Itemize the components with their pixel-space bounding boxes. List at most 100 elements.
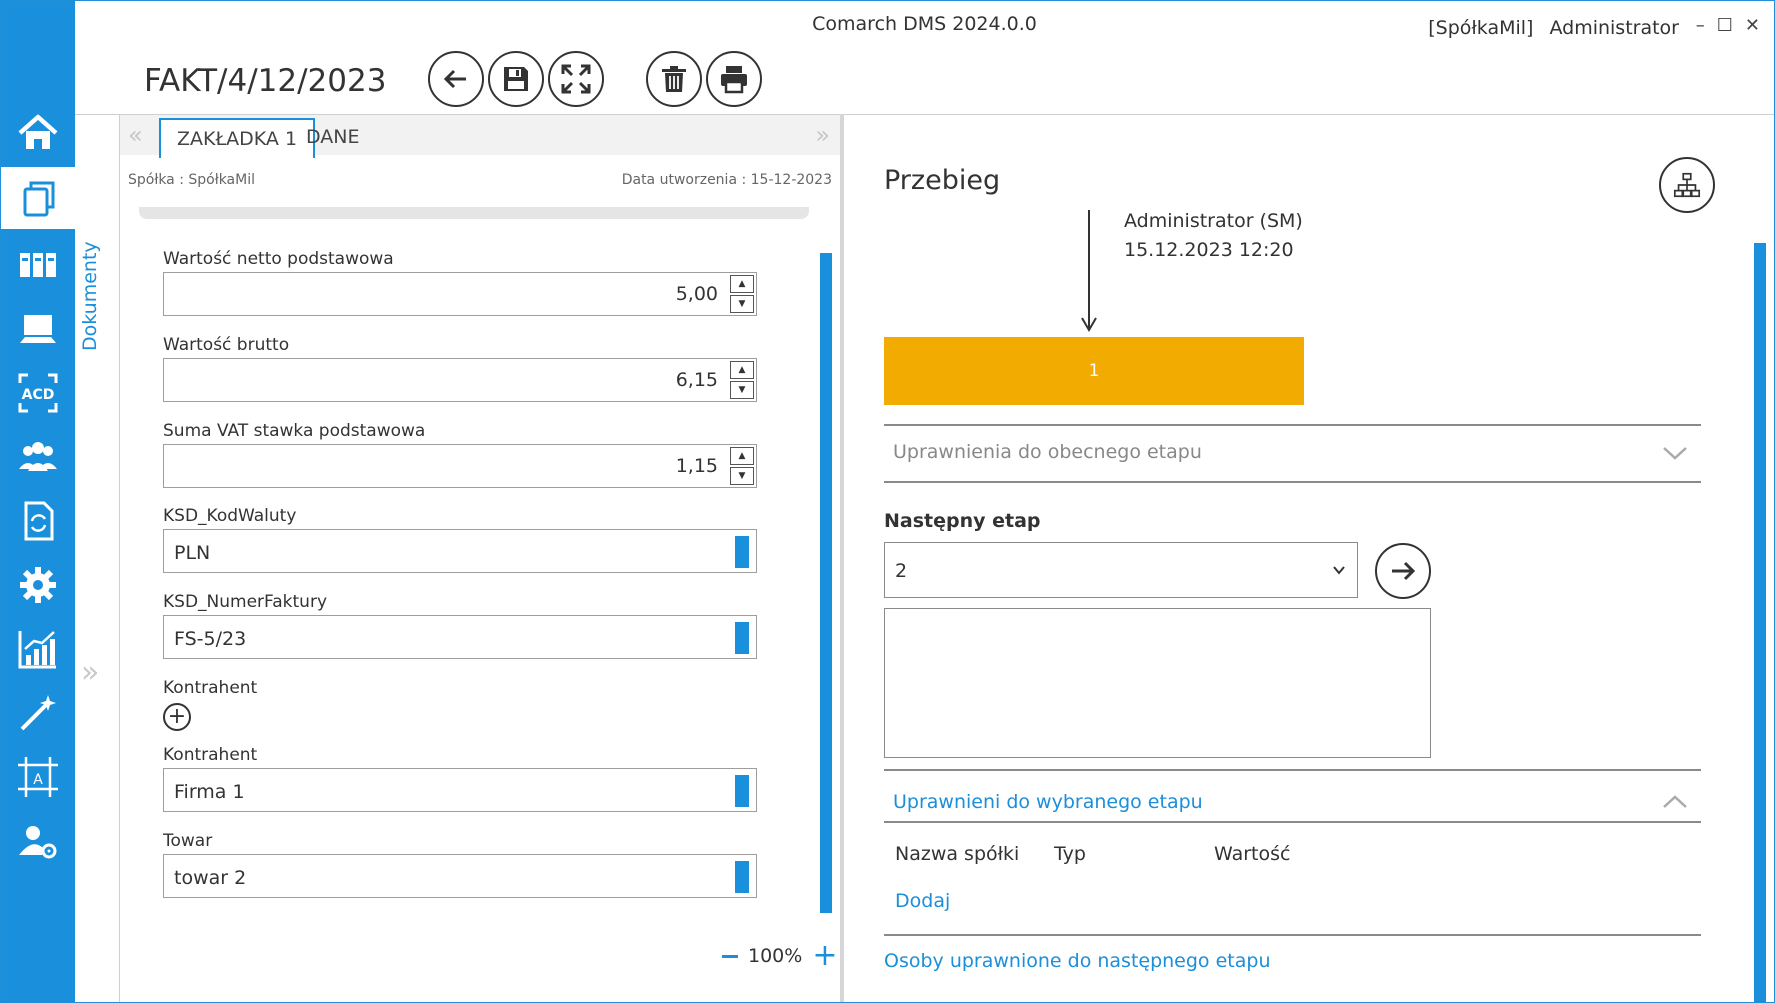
window-controls: – ☐ ✕ (1696, 15, 1760, 36)
print-button[interactable] (706, 51, 762, 107)
spin-down-icon[interactable]: ▼ (730, 295, 754, 313)
expand-icon (561, 64, 591, 94)
brutto-stepper: ▲ ▼ (730, 361, 754, 399)
delete-button[interactable] (646, 51, 702, 107)
ocr-acd-icon[interactable]: ACD (1, 357, 75, 429)
zoom-control: 100% + (722, 941, 837, 971)
spin-up-icon[interactable]: ▲ (730, 361, 754, 379)
workflow-diagram-button[interactable] (1659, 157, 1715, 213)
section-divider (884, 934, 1701, 936)
vat-input[interactable]: 1,15 ▲ ▼ (163, 444, 757, 488)
user-info: [SpółkaMil] Administrator (1428, 17, 1679, 39)
settings-icon[interactable] (1, 549, 75, 621)
arrow-left-icon (443, 69, 466, 89)
currency-label: KSD_KodWaluty (163, 506, 297, 526)
next-stage-persons-link[interactable]: Osoby uprawnione do następnego etapu (884, 950, 1271, 972)
current-stage-box[interactable]: 1 (884, 337, 1304, 405)
column-value: Wartość (1214, 843, 1291, 865)
field-marker (735, 775, 749, 807)
document-form-panel: « ZAKŁADKA 1 DANE » Spółka : SpółkaMil D… (120, 114, 840, 1002)
field-marker (735, 622, 749, 654)
workstation-icon[interactable] (1, 293, 75, 365)
document-title: FAKT/4/12/2023 (144, 63, 387, 99)
close-icon[interactable]: ✕ (1745, 15, 1760, 36)
field-marker (735, 536, 749, 568)
spin-down-icon[interactable]: ▼ (730, 381, 754, 399)
zoom-in-icon[interactable]: + (812, 941, 837, 971)
chevron-up-icon[interactable] (1662, 793, 1688, 811)
zoom-out-icon[interactable] (722, 954, 738, 958)
selected-stage-permissions-section[interactable]: Uprawnieni do wybranego etapu (893, 791, 1203, 813)
home-icon[interactable] (1, 97, 75, 169)
tab-dane[interactable]: DANE (290, 118, 376, 158)
save-button[interactable] (488, 51, 544, 107)
spin-down-icon[interactable]: ▼ (730, 467, 754, 485)
next-stage-value: 2 (895, 560, 908, 582)
netto-label: Wartość netto podstawowa (163, 249, 394, 269)
printer-icon (721, 66, 747, 94)
contractor-label: Kontrahent (163, 745, 258, 765)
reports-icon[interactable] (1, 613, 75, 685)
users-icon[interactable] (1, 421, 75, 493)
vat-value: 1,15 (675, 455, 718, 477)
flow-user: Administrator (SM) (1124, 210, 1303, 232)
chevron-down-icon (1333, 566, 1345, 575)
add-permission-link[interactable]: Dodaj (895, 890, 950, 912)
user-settings-icon[interactable] (1, 805, 75, 877)
document-exchange-icon[interactable] (1, 485, 75, 557)
zoom-level: 100% (748, 945, 803, 967)
workflow-scrollbar[interactable] (1754, 243, 1766, 1002)
field-marker (735, 861, 749, 893)
workflow-title: Przebieg (884, 165, 1001, 196)
currency-input[interactable]: PLN (163, 529, 757, 573)
tabs-scroll-left-icon[interactable]: « (128, 121, 143, 149)
netto-stepper: ▲ ▼ (730, 275, 754, 313)
chevron-down-icon[interactable] (1662, 444, 1688, 462)
go-to-next-stage-button[interactable] (1375, 543, 1431, 599)
flow-date: 15.12.2023 12:20 (1124, 239, 1294, 261)
form-scrollbar[interactable] (820, 253, 832, 913)
fullscreen-button[interactable] (548, 51, 604, 107)
add-contractor-icon[interactable]: + (163, 703, 191, 731)
column-type: Typ (1054, 843, 1086, 865)
brutto-input[interactable]: 6,15 ▲ ▼ (163, 358, 757, 402)
flow-arrow-icon (1081, 210, 1097, 332)
column-company-name: Nazwa spółki (895, 843, 1020, 865)
section-divider (884, 424, 1701, 426)
maximize-icon[interactable]: ☐ (1717, 15, 1733, 36)
main-sidebar: ACD A (1, 1, 75, 1002)
vat-stepper: ▲ ▼ (730, 447, 754, 485)
section-divider (884, 821, 1701, 823)
spin-up-icon[interactable]: ▲ (730, 275, 754, 293)
user-label[interactable]: Administrator (1549, 17, 1679, 39)
netto-input[interactable]: 5,00 ▲ ▼ (163, 272, 757, 316)
workflow-panel: Przebieg Administrator (SM) 15.12.2023 1… (844, 114, 1774, 1002)
floppy-disk-icon (504, 67, 528, 91)
spin-up-icon[interactable]: ▲ (730, 447, 754, 465)
tabs-scroll-right-icon[interactable]: » (815, 121, 830, 149)
minimize-icon[interactable]: – (1696, 15, 1705, 36)
back-button[interactable] (428, 51, 484, 107)
repository-icon[interactable] (1, 229, 75, 301)
trash-icon (662, 66, 686, 92)
current-permissions-section[interactable]: Uprawnienia do obecnego etapu (893, 441, 1202, 463)
documents-vertical-tab[interactable]: Dokumenty (79, 241, 101, 351)
invoice-number-input[interactable]: FS-5/23 (163, 615, 757, 659)
product-value: towar 2 (174, 867, 247, 889)
comment-textarea[interactable] (884, 608, 1431, 758)
contractor-input[interactable]: Firma 1 (163, 768, 757, 812)
next-stage-select[interactable]: 2 (884, 542, 1358, 598)
created-date-meta: Data utworzenia : 15-12-2023 (621, 172, 832, 188)
arrow-right-icon (1392, 561, 1416, 581)
brutto-value: 6,15 (675, 369, 718, 391)
magic-wand-icon[interactable] (1, 677, 75, 749)
documents-icon[interactable] (1, 167, 75, 229)
expand-panel-icon[interactable]: » (81, 655, 99, 690)
product-input[interactable]: towar 2 (163, 854, 757, 898)
invoice-number-label: KSD_NumerFaktury (163, 592, 327, 612)
next-stage-label: Następny etap (884, 510, 1041, 532)
svg-text:ACD: ACD (22, 387, 55, 403)
netto-value: 5,00 (675, 283, 718, 305)
template-designer-icon[interactable]: A (1, 741, 75, 813)
contractor-value: Firma 1 (174, 781, 245, 803)
